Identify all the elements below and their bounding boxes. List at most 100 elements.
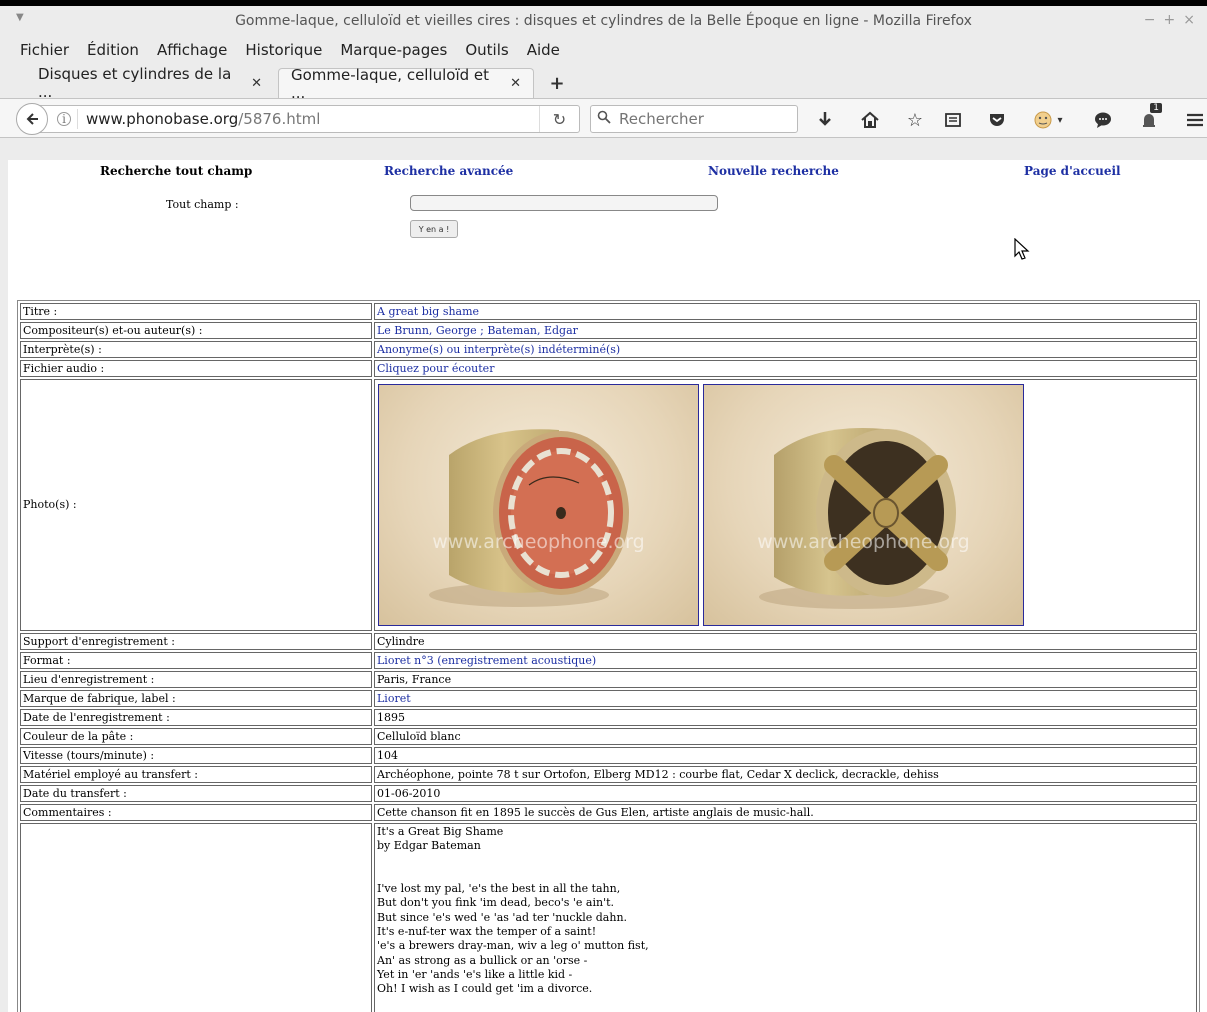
menu-affichage[interactable]: Affichage xyxy=(157,41,227,59)
menu-outils[interactable]: Outils xyxy=(465,41,508,59)
composer-link[interactable]: Le Brunn, George ; Bateman, Edgar xyxy=(374,322,1197,339)
table-row: Compositeur(s) et-ou auteur(s) : Le Brun… xyxy=(20,322,1197,339)
label-link[interactable]: Lioret xyxy=(374,690,1197,707)
performer-link[interactable]: Anonyme(s) ou interprète(s) indéterminé(… xyxy=(374,341,1197,358)
notification-icon[interactable]: 1 xyxy=(1136,103,1162,133)
search-icon xyxy=(597,110,611,128)
nav-search-all[interactable]: Recherche tout champ xyxy=(100,164,252,178)
table-row: Lieu d'enregistrement : Paris, France xyxy=(20,671,1197,688)
close-icon[interactable]: ✕ xyxy=(251,76,262,91)
extension-face-icon[interactable]: ▾ xyxy=(1028,107,1068,133)
row-label: Vitesse (tours/minute) : xyxy=(20,747,372,764)
record-table: Titre : A great big shame Compositeur(s)… xyxy=(17,300,1200,1012)
row-label: Couleur de la pâte : xyxy=(20,728,372,745)
info-icon[interactable]: i xyxy=(57,112,71,126)
row-label: Marque de fabrique, label : xyxy=(20,690,372,707)
row-label: Commentaires : xyxy=(20,804,372,821)
title-bar: ▼ Gomme-laque, celluloïd et vieilles cir… xyxy=(0,6,1207,36)
table-row: Marque de fabrique, label : Lioret xyxy=(20,690,1197,707)
close-icon[interactable]: ✕ xyxy=(510,76,521,91)
row-label: Lieu d'enregistrement : xyxy=(20,671,372,688)
watermark: www.archeophone.org xyxy=(757,531,970,553)
window-menu-icon[interactable]: ▼ xyxy=(16,12,24,23)
new-tab-plus-icon[interactable]: + xyxy=(542,68,572,98)
photos-cell: www.archeophone.org www.archeophone.org xyxy=(374,379,1197,631)
bookmark-star-icon[interactable]: ☆ xyxy=(902,107,928,133)
row-label: Fichier audio : xyxy=(20,360,372,377)
download-icon[interactable] xyxy=(812,107,838,133)
window-controls[interactable]: −+× xyxy=(1144,12,1203,28)
row-label: Date de l'enregistrement : xyxy=(20,709,372,726)
row-value: 01-06-2010 xyxy=(374,785,1197,802)
row-value: 1895 xyxy=(374,709,1197,726)
row-value: Paris, France xyxy=(374,671,1197,688)
tab-disques[interactable]: Disques et cylindres de la ... ✕ xyxy=(26,65,274,101)
nav-advanced-search[interactable]: Recherche avancée xyxy=(384,164,513,178)
url-bar[interactable]: i www.phonobase.org/5876.html ↻ xyxy=(32,105,580,133)
navigation-bar: i www.phonobase.org/5876.html ↻ ☆ ▾ xyxy=(0,98,1207,138)
row-label: Format : xyxy=(20,652,372,669)
firefox-window: ▼ Gomme-laque, celluloïd et vieilles cir… xyxy=(0,6,1207,1012)
row-label: Date du transfert : xyxy=(20,785,372,802)
url-text: www.phonobase.org/5876.html xyxy=(86,110,321,128)
row-label: Photo(s) : xyxy=(20,379,372,631)
cylinder-box-photo-lid[interactable]: www.archeophone.org xyxy=(378,384,699,626)
row-label xyxy=(20,823,372,1012)
menu-aide[interactable]: Aide xyxy=(527,41,560,59)
lyrics-text: It's a Great Big Shame by Edgar Bateman … xyxy=(374,823,1197,1012)
table-row: Fichier audio : Cliquez pour écouter xyxy=(20,360,1197,377)
nav-new-search[interactable]: Nouvelle recherche xyxy=(708,164,839,178)
table-row-photos: Photo(s) : www.archeophone.org www.arche… xyxy=(20,379,1197,631)
bookmarks-library-icon[interactable] xyxy=(940,107,966,133)
menu-marque-pages[interactable]: Marque-pages xyxy=(340,41,447,59)
table-row: Support d'enregistrement : Cylindre xyxy=(20,633,1197,650)
row-value: 104 xyxy=(374,747,1197,764)
search-bar[interactable] xyxy=(590,105,798,133)
reload-icon[interactable]: ↻ xyxy=(539,106,579,132)
row-value: Celluloïd blanc xyxy=(374,728,1197,745)
home-icon[interactable] xyxy=(857,107,883,133)
row-value: Archéophone, pointe 78 t sur Ortofon, El… xyxy=(374,766,1197,783)
go-button[interactable]: Y en a ! xyxy=(410,220,458,238)
table-row: Titre : A great big shame xyxy=(20,303,1197,320)
nav-home[interactable]: Page d'accueil xyxy=(1024,164,1121,178)
menu-edition[interactable]: Édition xyxy=(87,41,139,59)
menu-fichier[interactable]: Fichier xyxy=(20,41,69,59)
cylinder-box-photo-base[interactable]: www.archeophone.org xyxy=(703,384,1024,626)
search-all-input[interactable] xyxy=(410,195,718,211)
row-label: Matériel employé au transfert : xyxy=(20,766,372,783)
table-row: Couleur de la pâte : Celluloïd blanc xyxy=(20,728,1197,745)
row-label: Titre : xyxy=(20,303,372,320)
table-row: Date de l'enregistrement : 1895 xyxy=(20,709,1197,726)
mouse-cursor-icon xyxy=(1014,238,1030,260)
tab-label: Disques et cylindres de la ... xyxy=(38,65,232,101)
table-row: Date du transfert : 01-06-2010 xyxy=(20,785,1197,802)
tab-label: Gomme-laque, celluloïd et ... xyxy=(291,65,490,102)
row-label: Compositeur(s) et-ou auteur(s) : xyxy=(20,322,372,339)
search-form: Tout champ : Y en a ! xyxy=(8,194,1207,298)
watermark: www.archeophone.org xyxy=(432,531,645,553)
menu-bar: Fichier Édition Affichage Historique Mar… xyxy=(0,36,1207,64)
back-arrow-icon[interactable] xyxy=(16,103,48,135)
search-field-label: Tout champ : xyxy=(166,198,239,211)
title-link[interactable]: A great big shame xyxy=(374,303,1197,320)
notification-badge: 1 xyxy=(1150,103,1162,113)
window-title: Gomme-laque, celluloïd et vieilles cires… xyxy=(235,13,972,29)
menu-historique[interactable]: Historique xyxy=(245,41,322,59)
search-input[interactable] xyxy=(617,109,787,129)
hamburger-menu-icon[interactable] xyxy=(1182,107,1207,133)
pocket-icon[interactable] xyxy=(984,107,1010,133)
table-row: Matériel employé au transfert : Archéoph… xyxy=(20,766,1197,783)
chat-bubble-icon[interactable] xyxy=(1090,107,1116,133)
table-row: Vitesse (tours/minute) : 104 xyxy=(20,747,1197,764)
page-content: Recherche tout champ Recherche avancée N… xyxy=(8,160,1207,1012)
format-link[interactable]: Lioret n°3 (enregistrement acoustique) xyxy=(374,652,1197,669)
audio-link[interactable]: Cliquez pour écouter xyxy=(374,360,1197,377)
tab-bar: Disques et cylindres de la ... ✕ Gomme-l… xyxy=(0,64,1207,102)
table-row: Format : Lioret n°3 (enregistrement acou… xyxy=(20,652,1197,669)
table-row-lyrics: It's a Great Big Shame by Edgar Bateman … xyxy=(20,823,1197,1012)
table-row: Interprète(s) : Anonyme(s) ou interprète… xyxy=(20,341,1197,358)
row-value: Cylindre xyxy=(374,633,1197,650)
tab-gomme-laque[interactable]: Gomme-laque, celluloïd et ... ✕ xyxy=(278,66,534,102)
row-value: Cette chanson fit en 1895 le succès de G… xyxy=(374,804,1197,821)
